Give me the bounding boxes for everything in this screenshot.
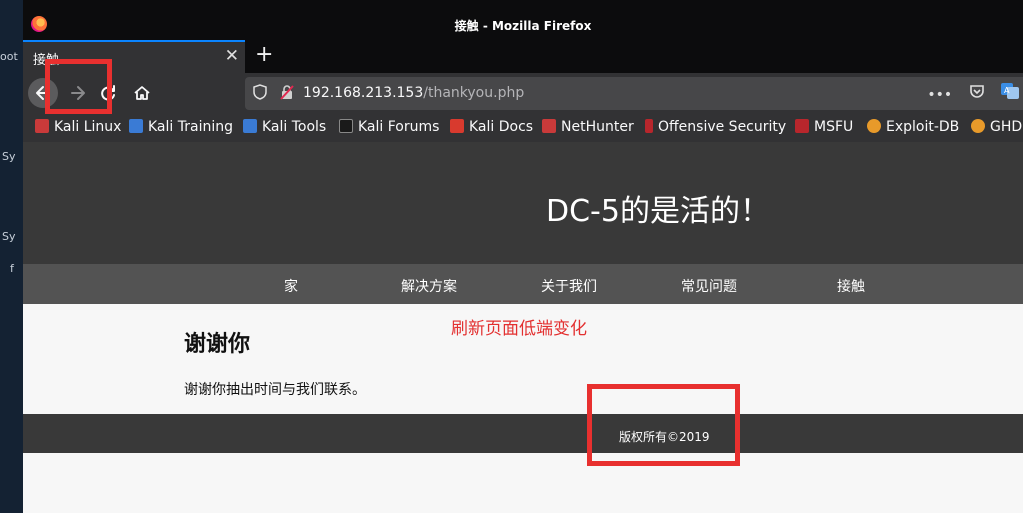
navigation-toolbar: 192.168.213.153/thankyou.php ••• A bbox=[23, 73, 1023, 115]
kali-dragon-icon bbox=[243, 119, 257, 133]
bookmark-label: Kali Docs bbox=[469, 119, 534, 135]
desktop-strip: oot Sy Sy f bbox=[0, 0, 23, 513]
spider-icon bbox=[867, 119, 881, 133]
home-icon bbox=[134, 86, 150, 100]
page-text: 谢谢你抽出时间与我们联系。 bbox=[184, 382, 366, 398]
pocket-icon[interactable] bbox=[969, 85, 985, 99]
window-title: 接触 - Mozilla Firefox bbox=[454, 19, 592, 33]
bookmark-msfu[interactable]: MSFU bbox=[795, 119, 853, 135]
bookmark-label: Kali Forums bbox=[358, 119, 440, 135]
desktop-label: f bbox=[10, 262, 14, 275]
bookmark-label: Kali Linux bbox=[54, 119, 122, 135]
desktop-label: Sy bbox=[2, 150, 16, 163]
page-actions-icon[interactable]: ••• bbox=[927, 87, 952, 103]
page-heading: 谢谢你 bbox=[184, 332, 251, 357]
insecure-lock-icon[interactable] bbox=[279, 84, 295, 100]
translate-icon[interactable]: A bbox=[1001, 83, 1019, 99]
tab-strip bbox=[245, 40, 1023, 73]
kali-dragon-icon bbox=[35, 119, 49, 133]
url-path: /thankyou.php bbox=[423, 85, 525, 101]
nav-link-solutions[interactable]: 解决方案 bbox=[401, 276, 457, 296]
bookmark-kali-tools[interactable]: Kali Tools bbox=[243, 119, 326, 135]
annotation-text: 刷新页面低端变化 bbox=[451, 319, 587, 339]
bookmark-label: Kali Training bbox=[148, 119, 233, 135]
url-host: 192.168.213.153 bbox=[303, 85, 424, 101]
page-content: DC-5的是活的！ 家 解决方案 关于我们 常见问题 接触 刷新页面低端变化 谢… bbox=[23, 142, 1023, 513]
bookmark-nethunter[interactable]: NetHunter bbox=[542, 119, 634, 135]
bookmark-label: Kali Tools bbox=[262, 119, 327, 135]
bookmark-kali-linux[interactable]: Kali Linux bbox=[35, 119, 121, 135]
bookmark-label: Offensive Security bbox=[658, 119, 787, 135]
nav-link-faq[interactable]: 常见问题 bbox=[681, 276, 737, 296]
bookmark-label: Exploit-DB bbox=[886, 119, 960, 135]
shield-icon[interactable] bbox=[253, 84, 267, 100]
url-bar[interactable]: 192.168.213.153/thankyou.php ••• A bbox=[245, 77, 1023, 110]
new-tab-button[interactable]: + bbox=[255, 42, 273, 67]
spider-icon bbox=[971, 119, 985, 133]
offsec-icon bbox=[645, 119, 653, 133]
bookmark-kali-docs[interactable]: Kali Docs bbox=[450, 119, 533, 135]
kali-dragon-icon bbox=[129, 119, 143, 133]
site-title: DC-5的是活的！ bbox=[546, 194, 770, 229]
kali-dragon-icon bbox=[339, 119, 353, 133]
site-nav: 家 解决方案 关于我们 常见问题 接触 bbox=[23, 264, 1023, 304]
url-text[interactable]: 192.168.213.153/thankyou.php bbox=[303, 85, 524, 101]
nav-link-home[interactable]: 家 bbox=[284, 276, 298, 296]
bookmark-exploit-db[interactable]: Exploit-DB bbox=[867, 119, 959, 135]
desktop-label: oot bbox=[0, 50, 18, 63]
site-header: DC-5的是活的！ bbox=[23, 142, 1023, 264]
firefox-window: 接触 - Mozilla Firefox 接触 ✕ + 192.168.213.… bbox=[23, 0, 1023, 513]
bookmark-label: NetHunter bbox=[561, 119, 634, 135]
home-button[interactable] bbox=[127, 78, 157, 108]
desktop-label: Sy bbox=[2, 230, 16, 243]
bookmark-kali-training[interactable]: Kali Training bbox=[129, 119, 233, 135]
url-actions: ••• A bbox=[915, 83, 1019, 103]
nav-link-contact[interactable]: 接触 bbox=[837, 276, 865, 296]
bookmark-label: GHD bbox=[990, 119, 1023, 135]
kali-dragon-icon bbox=[542, 119, 556, 133]
bookmark-ghdb[interactable]: GHD bbox=[971, 119, 1022, 135]
msfu-icon bbox=[795, 119, 809, 133]
annotation-box-footer bbox=[587, 384, 740, 466]
title-bar: 接触 - Mozilla Firefox bbox=[23, 0, 1023, 40]
bookmark-kali-forums[interactable]: Kali Forums bbox=[339, 119, 439, 135]
nav-link-about[interactable]: 关于我们 bbox=[541, 276, 597, 296]
annotation-box-reload bbox=[45, 59, 112, 114]
docs-icon bbox=[450, 119, 464, 133]
bookmark-offensive-security[interactable]: Offensive Security bbox=[645, 119, 786, 135]
close-tab-icon[interactable]: ✕ bbox=[225, 46, 239, 66]
site-footer: 版权所有©2019 bbox=[23, 414, 1023, 453]
bookmarks-toolbar: Kali Linux Kali Training Kali Tools Kali… bbox=[23, 115, 1023, 142]
svg-text:A: A bbox=[1004, 86, 1010, 95]
bookmark-label: MSFU bbox=[814, 119, 854, 135]
